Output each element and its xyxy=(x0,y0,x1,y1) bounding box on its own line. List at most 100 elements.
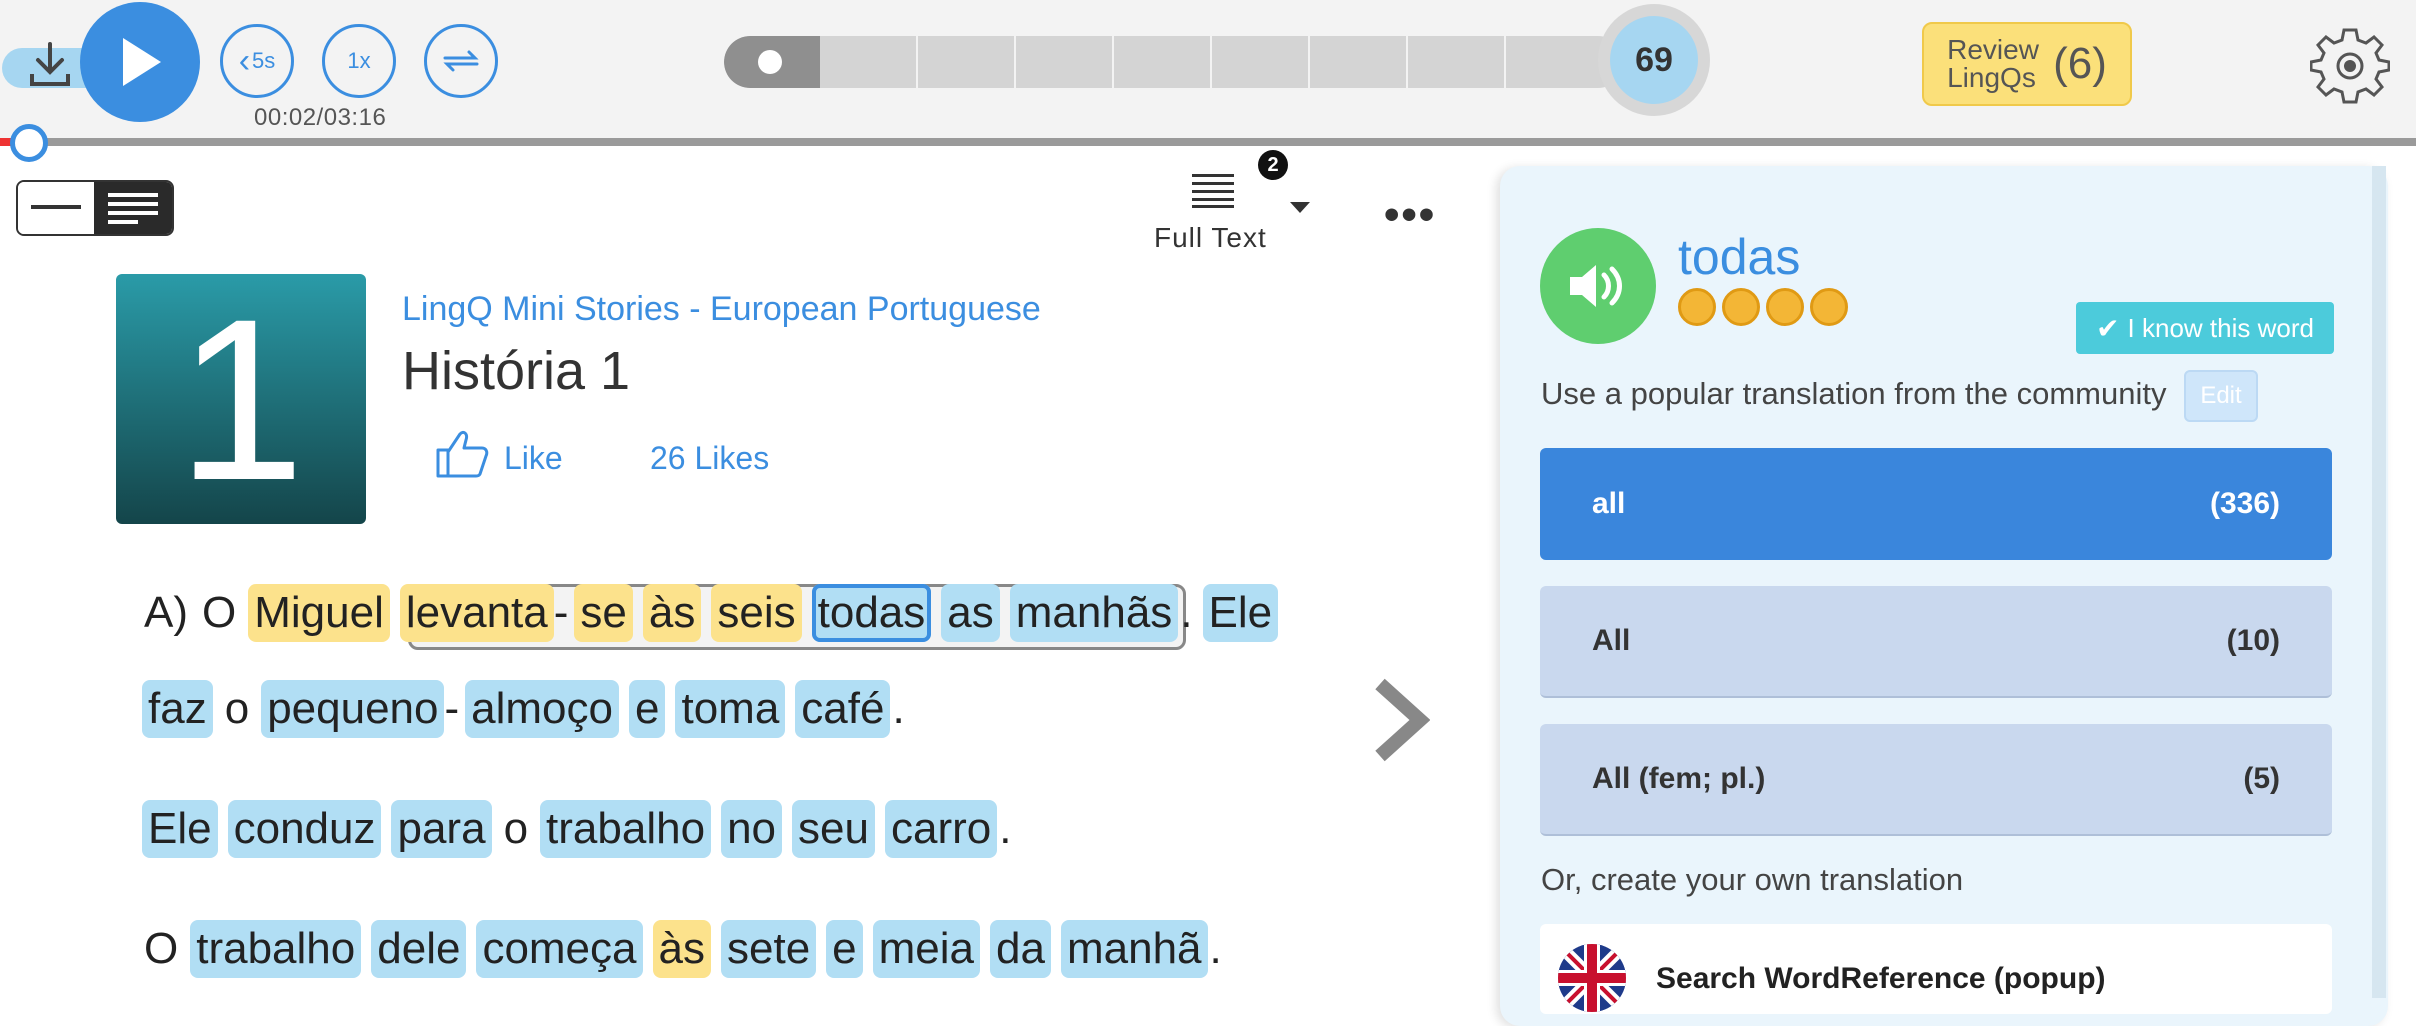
word[interactable]: levanta xyxy=(399,584,554,642)
word[interactable]: toma xyxy=(675,680,786,738)
word[interactable]: carro xyxy=(884,800,998,858)
loop-icon xyxy=(443,50,479,72)
punctuation: - xyxy=(553,588,569,637)
word[interactable]: O xyxy=(200,584,238,642)
own-translation-label: Or, create your own translation xyxy=(1541,862,1964,897)
segment-divider xyxy=(916,36,918,88)
translation-hint[interactable]: all (336) xyxy=(1540,448,2332,560)
punctuation: . xyxy=(1180,588,1193,637)
course-link[interactable]: LingQ Mini Stories - European Portuguese xyxy=(402,290,1041,329)
word[interactable]: às xyxy=(642,584,702,642)
edit-button[interactable]: Edit xyxy=(2184,370,2258,422)
word[interactable]: às xyxy=(652,920,711,978)
progress-dot xyxy=(758,50,782,74)
notification-badge: 2 xyxy=(1258,150,1288,180)
thumbs-up-icon[interactable] xyxy=(434,428,492,480)
word[interactable]: meia xyxy=(872,920,981,978)
status-coin-icon[interactable] xyxy=(1810,288,1848,326)
text-line: A) O Miguel levanta - se às seis todas as manhãs. E… xyxy=(142,584,1288,642)
download-icon[interactable] xyxy=(26,40,74,90)
level-badge: 69 xyxy=(1598,4,1710,116)
hint-count: (336) xyxy=(2209,487,2280,520)
segment-divider xyxy=(1308,36,1310,88)
uk-flag-icon xyxy=(1558,944,1626,1012)
translation-hint[interactable]: All (fem; pl.) (5) xyxy=(1540,724,2332,836)
next-page-arrow-icon[interactable] xyxy=(1370,678,1430,762)
loop-button[interactable] xyxy=(424,24,498,98)
status-coin-icon[interactable] xyxy=(1766,288,1804,326)
hint-text: All (fem; pl.) xyxy=(1592,762,1766,795)
time-display: 00:02/03:16 xyxy=(254,104,387,131)
play-button[interactable] xyxy=(80,2,200,122)
word[interactable]: almoço xyxy=(465,680,619,738)
checkmark-icon: ✔ xyxy=(2096,312,2120,344)
word[interactable]: Ele xyxy=(1202,584,1279,642)
word[interactable]: conduz xyxy=(227,800,382,858)
punctuation: . xyxy=(1209,924,1222,973)
word[interactable]: A) xyxy=(142,584,190,642)
word[interactable]: trabalho xyxy=(540,800,712,858)
punctuation: - xyxy=(444,684,460,733)
audio-progress-knob[interactable] xyxy=(10,124,48,162)
review-lingqs-button[interactable]: Review LingQs (6) xyxy=(1922,22,2132,106)
selected-term: todas xyxy=(1678,229,1801,285)
play-pronunciation-button[interactable] xyxy=(1540,228,1656,344)
speed-label: 1x xyxy=(347,48,371,73)
word[interactable]: trabalho xyxy=(190,920,362,978)
lesson-thumbnail: 1 xyxy=(116,271,366,528)
word[interactable]: café xyxy=(795,680,891,738)
word[interactable]: e xyxy=(826,920,863,978)
word[interactable]: as xyxy=(941,584,1000,642)
status-coin-icon[interactable] xyxy=(1678,288,1716,326)
page-view-button[interactable] xyxy=(94,182,172,234)
word[interactable]: o xyxy=(223,680,251,738)
word[interactable]: Miguel xyxy=(248,584,390,642)
word[interactable]: o xyxy=(502,800,530,858)
segment-divider xyxy=(1112,36,1114,88)
full-text-label[interactable]: Full Text xyxy=(1154,222,1267,254)
word[interactable]: O xyxy=(142,920,180,978)
translation-hint[interactable]: All (10) xyxy=(1540,586,2332,698)
word[interactable]: da xyxy=(990,920,1051,978)
sentence-view-button[interactable] xyxy=(18,182,95,234)
status-coin-icon[interactable] xyxy=(1722,288,1760,326)
panel-scrollbar[interactable] xyxy=(2372,166,2386,998)
word[interactable]: começa xyxy=(476,920,643,978)
settings-gear-icon[interactable] xyxy=(2310,24,2390,104)
text-line: Otrabalho dele começa às sete e meia da manhã. xyxy=(142,920,1232,978)
view-mode-toggle xyxy=(16,180,174,236)
hint-text: all xyxy=(1592,487,1626,520)
selected-word[interactable]: todas xyxy=(811,584,932,642)
chevron-down-icon[interactable] xyxy=(1290,202,1310,213)
level-value: 69 xyxy=(1610,16,1698,104)
word[interactable]: manhã xyxy=(1060,920,1208,978)
paragraph-icon xyxy=(108,193,159,224)
word[interactable]: para xyxy=(391,800,492,858)
word[interactable]: se xyxy=(574,584,633,642)
skip-back-button[interactable]: ‹ 5s xyxy=(220,24,294,98)
know-word-button[interactable]: ✔ I know this word xyxy=(2076,302,2334,354)
likes-count[interactable]: 26 Likes xyxy=(650,440,769,477)
popular-translation-label: Use a popular translation from the commu… xyxy=(1541,376,2167,411)
full-text-icon[interactable] xyxy=(1192,172,1234,208)
more-options-button[interactable]: ••• xyxy=(1384,190,1436,240)
word[interactable]: sete xyxy=(721,920,817,978)
review-label: Review LingQs xyxy=(1947,34,2039,93)
skip-back-label: 5s xyxy=(252,48,276,73)
word[interactable]: dele xyxy=(371,920,467,978)
like-button[interactable]: Like xyxy=(504,440,563,477)
word[interactable]: pequeno xyxy=(261,680,445,738)
word[interactable]: seis xyxy=(711,584,802,642)
word[interactable]: manhãs xyxy=(1009,584,1179,642)
word[interactable]: Ele xyxy=(142,800,218,858)
review-count: (6) xyxy=(2053,39,2107,88)
hint-count: (10) xyxy=(2226,624,2280,657)
word[interactable]: e xyxy=(628,680,666,738)
text-line: Ele conduz para o trabalho no seu carro. xyxy=(142,800,1021,858)
speed-button[interactable]: 1x xyxy=(322,24,396,98)
word[interactable]: seu xyxy=(792,800,875,858)
audio-progress-track[interactable] xyxy=(0,138,2416,146)
word[interactable]: no xyxy=(721,800,783,858)
hint-count: (5) xyxy=(2243,762,2280,795)
word[interactable]: faz xyxy=(142,680,213,738)
